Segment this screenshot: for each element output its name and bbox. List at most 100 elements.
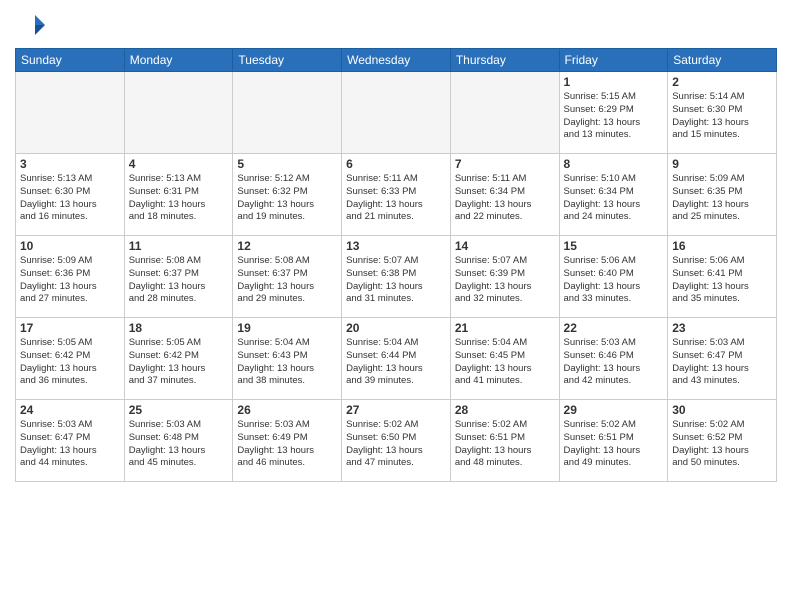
day-number: 19 (237, 321, 337, 335)
day-info: Sunrise: 5:11 AM Sunset: 6:34 PM Dayligh… (455, 173, 555, 224)
day-number: 7 (455, 157, 555, 171)
day-number: 16 (672, 239, 772, 253)
calendar-day-cell: 8 Sunrise: 5:10 AM Sunset: 6:34 PM Daylig… (559, 154, 668, 236)
calendar-table: SundayMondayTuesdayWednesdayThursdayFrid… (15, 48, 777, 482)
calendar-day-cell: 19 Sunrise: 5:04 AM Sunset: 6:43 PM Dayli… (233, 318, 342, 400)
calendar-day-cell: 10 Sunrise: 5:09 AM Sunset: 6:36 PM Dayli… (16, 236, 125, 318)
day-info: Sunrise: 5:09 AM Sunset: 6:36 PM Dayligh… (20, 255, 120, 306)
day-number: 20 (346, 321, 446, 335)
day-info: Sunrise: 5:11 AM Sunset: 6:33 PM Dayligh… (346, 173, 446, 224)
logo-icon (15, 10, 45, 40)
day-info: Sunrise: 5:04 AM Sunset: 6:43 PM Dayligh… (237, 337, 337, 388)
day-number: 4 (129, 157, 229, 171)
day-number: 13 (346, 239, 446, 253)
day-info: Sunrise: 5:07 AM Sunset: 6:38 PM Dayligh… (346, 255, 446, 306)
calendar-day-cell: 24Sunrise: 5:03 AM Sunset: 6:47 PM Dayli… (16, 400, 125, 482)
calendar-day-cell: 15Sunrise: 5:06 AM Sunset: 6:40 PM Dayli… (559, 236, 668, 318)
day-number: 25 (129, 403, 229, 417)
calendar-day-cell: 26 Sunrise: 5:03 AM Sunset: 6:49 PM Dayli… (233, 400, 342, 482)
weekday-header-sunday: Sunday (16, 49, 125, 72)
calendar-day-cell: 29Sunrise: 5:02 AM Sunset: 6:51 PM Dayli… (559, 400, 668, 482)
weekday-header-thursday: Thursday (450, 49, 559, 72)
calendar-day-cell: 18Sunrise: 5:05 AM Sunset: 6:42 PM Dayli… (124, 318, 233, 400)
day-info: Sunrise: 5:03 AM Sunset: 6:47 PM Dayligh… (20, 419, 120, 470)
calendar-week-row: 3 Sunrise: 5:13 AM Sunset: 6:30 PM Daylig… (16, 154, 777, 236)
calendar-day-cell (16, 72, 125, 154)
day-number: 29 (564, 403, 664, 417)
calendar-week-row: 1 Sunrise: 5:15 AM Sunset: 6:29 PM Daylig… (16, 72, 777, 154)
calendar-day-cell (124, 72, 233, 154)
day-number: 28 (455, 403, 555, 417)
day-info: Sunrise: 5:07 AM Sunset: 6:39 PM Dayligh… (455, 255, 555, 306)
day-info: Sunrise: 5:03 AM Sunset: 6:49 PM Dayligh… (237, 419, 337, 470)
calendar-day-cell: 25 Sunrise: 5:03 AM Sunset: 6:48 PM Dayli… (124, 400, 233, 482)
day-info: Sunrise: 5:12 AM Sunset: 6:32 PM Dayligh… (237, 173, 337, 224)
calendar-day-cell: 7 Sunrise: 5:11 AM Sunset: 6:34 PM Daylig… (450, 154, 559, 236)
header (15, 10, 777, 40)
page: SundayMondayTuesdayWednesdayThursdayFrid… (0, 0, 792, 612)
calendar-day-cell: 23 Sunrise: 5:03 AM Sunset: 6:47 PM Dayli… (668, 318, 777, 400)
day-info: Sunrise: 5:03 AM Sunset: 6:47 PM Dayligh… (672, 337, 772, 388)
day-number: 11 (129, 239, 229, 253)
day-info: Sunrise: 5:05 AM Sunset: 6:42 PM Dayligh… (20, 337, 120, 388)
calendar-day-cell: 27Sunrise: 5:02 AM Sunset: 6:50 PM Dayli… (342, 400, 451, 482)
day-number: 17 (20, 321, 120, 335)
calendar-day-cell: 5 Sunrise: 5:12 AM Sunset: 6:32 PM Daylig… (233, 154, 342, 236)
weekday-header-saturday: Saturday (668, 49, 777, 72)
day-info: Sunrise: 5:03 AM Sunset: 6:48 PM Dayligh… (129, 419, 229, 470)
calendar-day-cell: 2Sunrise: 5:14 AM Sunset: 6:30 PM Daylig… (668, 72, 777, 154)
calendar-week-row: 10 Sunrise: 5:09 AM Sunset: 6:36 PM Dayli… (16, 236, 777, 318)
calendar-day-cell: 16 Sunrise: 5:06 AM Sunset: 6:41 PM Dayli… (668, 236, 777, 318)
calendar-day-cell (450, 72, 559, 154)
day-number: 18 (129, 321, 229, 335)
calendar-day-cell: 21 Sunrise: 5:04 AM Sunset: 6:45 PM Dayli… (450, 318, 559, 400)
calendar-day-cell: 1 Sunrise: 5:15 AM Sunset: 6:29 PM Daylig… (559, 72, 668, 154)
calendar-day-cell: 3 Sunrise: 5:13 AM Sunset: 6:30 PM Daylig… (16, 154, 125, 236)
day-info: Sunrise: 5:03 AM Sunset: 6:46 PM Dayligh… (564, 337, 664, 388)
weekday-header-monday: Monday (124, 49, 233, 72)
day-info: Sunrise: 5:08 AM Sunset: 6:37 PM Dayligh… (237, 255, 337, 306)
day-info: Sunrise: 5:04 AM Sunset: 6:45 PM Dayligh… (455, 337, 555, 388)
calendar-day-cell (342, 72, 451, 154)
day-info: Sunrise: 5:02 AM Sunset: 6:52 PM Dayligh… (672, 419, 772, 470)
day-number: 1 (564, 75, 664, 89)
calendar-day-cell: 14 Sunrise: 5:07 AM Sunset: 6:39 PM Dayli… (450, 236, 559, 318)
calendar-day-cell: 22 Sunrise: 5:03 AM Sunset: 6:46 PM Dayli… (559, 318, 668, 400)
day-number: 27 (346, 403, 446, 417)
calendar-day-cell: 4 Sunrise: 5:13 AM Sunset: 6:31 PM Daylig… (124, 154, 233, 236)
calendar-day-cell: 11 Sunrise: 5:08 AM Sunset: 6:37 PM Dayli… (124, 236, 233, 318)
day-info: Sunrise: 5:09 AM Sunset: 6:35 PM Dayligh… (672, 173, 772, 224)
day-number: 10 (20, 239, 120, 253)
day-number: 12 (237, 239, 337, 253)
day-number: 2 (672, 75, 772, 89)
calendar-day-cell: 20Sunrise: 5:04 AM Sunset: 6:44 PM Dayli… (342, 318, 451, 400)
calendar-day-cell: 28 Sunrise: 5:02 AM Sunset: 6:51 PM Dayli… (450, 400, 559, 482)
calendar-day-cell: 6 Sunrise: 5:11 AM Sunset: 6:33 PM Daylig… (342, 154, 451, 236)
day-number: 5 (237, 157, 337, 171)
calendar-day-cell: 13 Sunrise: 5:07 AM Sunset: 6:38 PM Dayli… (342, 236, 451, 318)
day-info: Sunrise: 5:15 AM Sunset: 6:29 PM Dayligh… (564, 91, 664, 142)
day-number: 14 (455, 239, 555, 253)
calendar-day-cell (233, 72, 342, 154)
calendar-day-cell: 17 Sunrise: 5:05 AM Sunset: 6:42 PM Dayli… (16, 318, 125, 400)
day-number: 15 (564, 239, 664, 253)
calendar-day-cell: 9 Sunrise: 5:09 AM Sunset: 6:35 PM Daylig… (668, 154, 777, 236)
day-number: 8 (564, 157, 664, 171)
day-info: Sunrise: 5:13 AM Sunset: 6:31 PM Dayligh… (129, 173, 229, 224)
weekday-header-friday: Friday (559, 49, 668, 72)
day-number: 9 (672, 157, 772, 171)
calendar-header-row: SundayMondayTuesdayWednesdayThursdayFrid… (16, 49, 777, 72)
day-info: Sunrise: 5:13 AM Sunset: 6:30 PM Dayligh… (20, 173, 120, 224)
day-number: 26 (237, 403, 337, 417)
day-number: 6 (346, 157, 446, 171)
day-info: Sunrise: 5:08 AM Sunset: 6:37 PM Dayligh… (129, 255, 229, 306)
calendar-day-cell: 12 Sunrise: 5:08 AM Sunset: 6:37 PM Dayli… (233, 236, 342, 318)
day-info: Sunrise: 5:06 AM Sunset: 6:41 PM Dayligh… (672, 255, 772, 306)
day-info: Sunrise: 5:02 AM Sunset: 6:51 PM Dayligh… (455, 419, 555, 470)
day-number: 23 (672, 321, 772, 335)
day-number: 21 (455, 321, 555, 335)
day-number: 22 (564, 321, 664, 335)
calendar-week-row: 24Sunrise: 5:03 AM Sunset: 6:47 PM Dayli… (16, 400, 777, 482)
day-info: Sunrise: 5:10 AM Sunset: 6:34 PM Dayligh… (564, 173, 664, 224)
day-number: 3 (20, 157, 120, 171)
